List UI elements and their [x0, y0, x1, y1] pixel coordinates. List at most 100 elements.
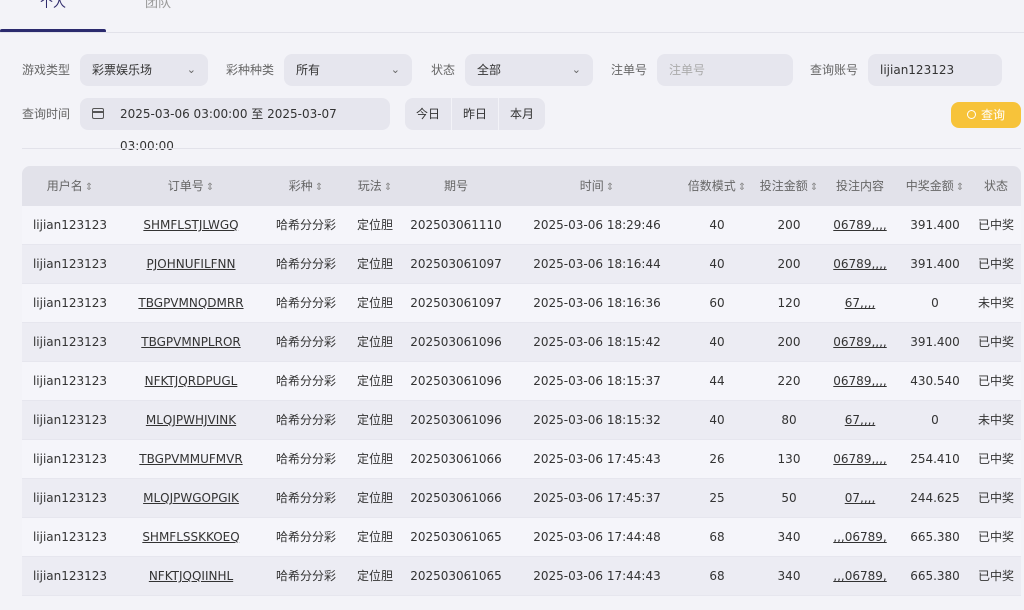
- header-prize[interactable]: 中奖金额 ⇕: [902, 166, 968, 208]
- table-row: lijian123123 MLQJPWGOPGIK 哈希分分彩 定位胆 20250306…: [22, 479, 1021, 518]
- date-range-value: 2025-03-06 03:00:00 至 2025-03-07 03:00:0…: [120, 107, 337, 153]
- lottery-type-label: 彩种种类: [226, 63, 275, 77]
- cell-order[interactable]: SHMFLSSKKOEQ: [132, 518, 250, 556]
- cell-amount: 130: [777, 452, 801, 466]
- cell-order[interactable]: TBGPVMNQDMRR: [132, 284, 250, 322]
- cell-order[interactable]: MLQJPWHJVINK: [132, 401, 250, 439]
- status-value: 全部: [477, 63, 502, 77]
- cell-user: lijian123123: [32, 218, 108, 232]
- header-user[interactable]: 用户名 ⇕: [22, 166, 118, 208]
- cell-multiplier: 68: [709, 569, 725, 583]
- game-type-label: 游戏类型: [22, 63, 71, 77]
- cell-prize: 0: [931, 296, 939, 310]
- cell-prize: 391.400: [910, 335, 960, 349]
- cell-order[interactable]: TBGPVMNPLROR: [132, 323, 250, 361]
- cell-status: 已中奖: [977, 218, 1014, 232]
- cell-order[interactable]: SHMFLSTJLWGQ: [132, 206, 250, 244]
- cell-lottery: 哈希分分彩: [275, 335, 336, 349]
- cell-content[interactable]: 07,,,,: [832, 479, 888, 517]
- cell-status: 未中奖: [977, 413, 1014, 427]
- cell-content[interactable]: 06789,,,,: [832, 206, 888, 244]
- cell-amount: 200: [777, 335, 801, 349]
- cell-status: 已中奖: [977, 257, 1014, 271]
- cell-prize: 244.625: [910, 491, 960, 505]
- cell-order[interactable]: TBGPVMMUFMVR: [132, 440, 250, 478]
- table-row: lijian123123 TBGPVMMUFMVR 哈希分分彩 定位胆 20250306…: [22, 440, 1021, 479]
- cell-user: lijian123123: [32, 257, 108, 271]
- game-type-select[interactable]: 彩票娱乐场 ⌄: [80, 54, 208, 86]
- bet-records-table: 用户名 ⇕ 订单号 ⇕ 彩种 ⇕ 玩法 ⇕ 期号 时间 ⇕ 倍数模式 ⇕ 投注金额 ⇕ 投注内…: [22, 166, 1021, 596]
- account-label: 查询账号: [810, 63, 859, 77]
- header-multiplier[interactable]: 倍数模式 ⇕: [684, 166, 750, 208]
- cell-play: 定位胆: [356, 335, 393, 349]
- cell-status: 已中奖: [977, 530, 1014, 544]
- cell-time: 2025-03-06 17:44:48: [533, 530, 661, 544]
- cell-prize: 0: [931, 413, 939, 427]
- cell-amount: 50: [781, 491, 797, 505]
- cell-order[interactable]: NFKTJQRDPUGL: [132, 362, 250, 400]
- cell-amount: 80: [781, 413, 797, 427]
- chevron-down-icon: ⌄: [390, 63, 400, 76]
- this-month-button[interactable]: 本月: [499, 98, 545, 130]
- yesterday-button[interactable]: 昨日: [452, 98, 500, 130]
- cell-play: 定位胆: [356, 530, 393, 544]
- header-content: 投注内容: [835, 179, 884, 193]
- date-range-picker[interactable]: 2025-03-06 03:00:00 至 2025-03-07 03:00:0…: [80, 98, 390, 153]
- cell-content[interactable]: 06789,,,,: [832, 362, 888, 400]
- header-lottery[interactable]: 彩种 ⇕: [266, 166, 346, 208]
- cell-content[interactable]: 06789,,,,: [832, 323, 888, 361]
- cell-multiplier: 40: [709, 413, 725, 427]
- cell-lottery: 哈希分分彩: [275, 413, 336, 427]
- cell-order[interactable]: NFKTJQQIINHL: [132, 557, 250, 595]
- tab-team[interactable]: 团队: [145, 0, 171, 11]
- table-row: lijian123123 TBGPVMNQDMRR 哈希分分彩 定位胆 20250306…: [22, 284, 1021, 323]
- cell-time: 2025-03-06 17:45:43: [533, 452, 661, 466]
- cell-user: lijian123123: [32, 335, 108, 349]
- status-select[interactable]: 全部 ⌄: [465, 54, 593, 86]
- account-input[interactable]: lijian123123: [868, 54, 1002, 86]
- cell-multiplier: 60: [709, 296, 725, 310]
- calendar-icon: [91, 108, 104, 119]
- cell-user: lijian123123: [32, 491, 108, 505]
- cell-multiplier: 40: [709, 218, 725, 232]
- cell-period: 202503061066: [410, 452, 502, 466]
- cell-time: 2025-03-06 18:16:44: [533, 257, 661, 271]
- header-amount[interactable]: 投注金额 ⇕: [756, 166, 822, 208]
- cell-user: lijian123123: [32, 530, 108, 544]
- sort-icon: ⇕: [84, 182, 94, 193]
- tab-personal[interactable]: 个人: [40, 0, 66, 11]
- cell-lottery: 哈希分分彩: [275, 296, 336, 310]
- tab-bar: 个人 团队: [0, 0, 1024, 34]
- cell-content[interactable]: 06789,,,,: [832, 440, 888, 478]
- table-header: 用户名 ⇕ 订单号 ⇕ 彩种 ⇕ 玩法 ⇕ 期号 时间 ⇕ 倍数模式 ⇕ 投注金额 ⇕ 投注内…: [22, 166, 1021, 206]
- cell-prize: 665.380: [910, 530, 960, 544]
- table-row: lijian123123 TBGPVMNPLROR 哈希分分彩 定位胆 20250306…: [22, 323, 1021, 362]
- search-icon: [966, 110, 976, 119]
- sort-icon: ⇕: [314, 182, 324, 193]
- today-button[interactable]: 今日: [405, 98, 453, 130]
- search-button[interactable]: 查询: [951, 102, 1021, 128]
- order-no-input[interactable]: 注单号: [657, 54, 793, 86]
- cell-lottery: 哈希分分彩: [275, 452, 336, 466]
- header-play[interactable]: 玩法 ⇕: [347, 166, 403, 208]
- cell-multiplier: 40: [709, 257, 725, 271]
- cell-content[interactable]: 67,,,,: [832, 284, 888, 322]
- header-order[interactable]: 订单号 ⇕: [132, 166, 250, 208]
- sort-icon: ⇕: [205, 182, 215, 193]
- cell-lottery: 哈希分分彩: [275, 257, 336, 271]
- cell-content[interactable]: ,,,06789,: [832, 557, 888, 595]
- lottery-type-select[interactable]: 所有 ⌄: [284, 54, 412, 86]
- cell-order[interactable]: PJOHNUFILFNN: [132, 245, 250, 283]
- cell-content[interactable]: 67,,,,: [832, 401, 888, 439]
- cell-play: 定位胆: [356, 218, 393, 232]
- sort-icon: ⇕: [605, 182, 615, 193]
- section-divider: [22, 148, 1021, 149]
- cell-content[interactable]: 06789,,,,: [832, 245, 888, 283]
- cell-status: 已中奖: [977, 374, 1014, 388]
- cell-status: 已中奖: [977, 491, 1014, 505]
- cell-order[interactable]: MLQJPWGOPGIK: [132, 479, 250, 517]
- cell-lottery: 哈希分分彩: [275, 218, 336, 232]
- cell-content[interactable]: ,,,06789,: [832, 518, 888, 556]
- cell-status: 已中奖: [977, 335, 1014, 349]
- header-time[interactable]: 时间 ⇕: [517, 166, 677, 208]
